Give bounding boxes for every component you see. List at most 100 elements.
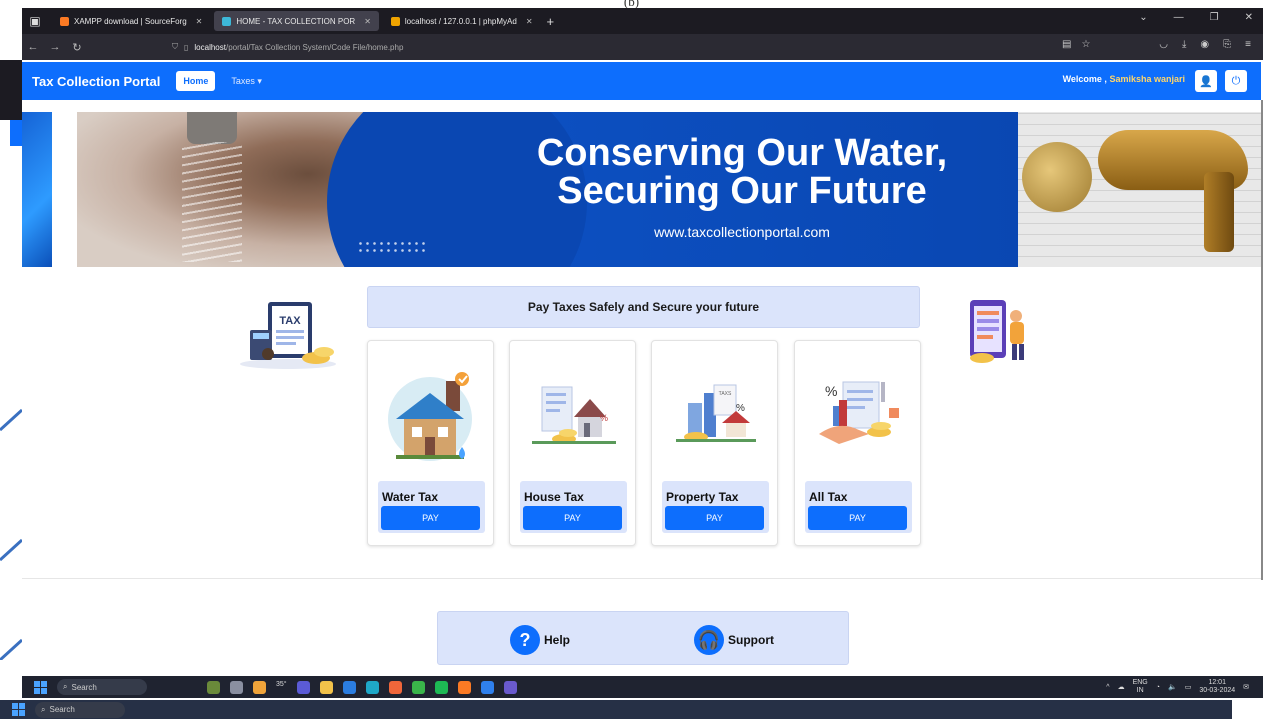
all-tax-pay-button[interactable]: PAY [808, 506, 907, 530]
nav-home-link[interactable]: Home [176, 71, 216, 91]
svg-text:%: % [825, 383, 837, 399]
restore-icon[interactable]: ❐ [1210, 12, 1219, 23]
banner-headline: Conserving Our Water, Securing Our Futur… [462, 134, 1022, 210]
help-label: Help [544, 633, 571, 647]
language-indicator[interactable]: ENG IN [1133, 679, 1148, 695]
address-bar[interactable]: ⛉ ▯ localhost/portal/Tax Collection Syst… [172, 37, 1092, 57]
banner-headline-line2: Securing Our Future [557, 170, 927, 212]
wifi-icon[interactable]: ◔ [1156, 684, 1160, 691]
property-tax-pay-button[interactable]: PAY [665, 506, 764, 530]
back-arrow-icon[interactable]: ← [22, 41, 44, 53]
close-window-icon[interactable]: ✕ [1245, 12, 1253, 23]
battery-icon[interactable]: ▭ [1185, 683, 1192, 691]
close-tab-icon[interactable]: ✕ [526, 17, 533, 26]
property-tax-footer: Property Tax PAY [662, 481, 769, 533]
nav-taxes-dropdown[interactable]: Taxes ▾ [231, 76, 262, 87]
new-tab-button[interactable]: + [547, 14, 555, 29]
browser-tab-home[interactable]: HOME - TAX COLLECTION POR ✕ [214, 11, 379, 31]
firefox-icon[interactable] [388, 680, 402, 694]
water-tax-footer: Water Tax PAY [378, 481, 485, 533]
widgets-icon[interactable] [207, 680, 220, 694]
brand-title[interactable]: Tax Collection Portal [32, 74, 160, 89]
search-icon: ⌕ [63, 682, 68, 691]
clock[interactable]: 12:01 30-03-2024 [1199, 679, 1235, 695]
browser-tab-phpmyadmin[interactable]: localhost / 127.0.0.1 | phpMyAd ✕ [383, 11, 541, 31]
all-tax-title: All Tax [809, 490, 848, 504]
help-link[interactable]: ? Help [510, 625, 570, 655]
forward-arrow-icon[interactable]: → [44, 41, 66, 53]
menu-icon[interactable]: ≡ [1245, 39, 1251, 50]
background-start-icon [12, 703, 25, 716]
url-host: localhost [194, 42, 226, 52]
carousel-prev-slide [22, 112, 52, 267]
address-actions: ▤ ☆ [1062, 39, 1090, 50]
weather-icon[interactable] [253, 680, 266, 694]
tap-spout-shape [1204, 172, 1234, 252]
taskbar-search[interactable]: ⌕ Search [57, 679, 147, 695]
tab-list-chevron-icon[interactable]: ⌄ [1139, 12, 1147, 23]
task-view-icon[interactable] [230, 680, 243, 694]
reload-icon[interactable]: ↻ [66, 41, 88, 54]
close-tab-icon[interactable]: ✕ [196, 17, 203, 26]
minimize-icon[interactable]: — [1174, 12, 1184, 23]
all-tax-footer: All Tax PAY [805, 481, 912, 533]
water-house-icon [387, 372, 472, 461]
account-icon[interactable]: ◉ [1200, 39, 1209, 50]
close-tab-icon[interactable]: ✕ [364, 17, 371, 26]
house-tax-pay-button[interactable]: PAY [523, 506, 622, 530]
pocket-icon[interactable]: ◡ [1159, 39, 1168, 50]
house-tax-art: % [522, 353, 625, 481]
username: Samiksha wanjari [1109, 74, 1185, 84]
spotify-icon[interactable] [434, 680, 448, 694]
property-tax-card: TAXS % Property Tax PAY [651, 340, 778, 546]
support-link[interactable]: 🎧 Support [694, 625, 774, 655]
phpmyadmin-favicon-icon [390, 16, 400, 26]
search-icon: ⌕ [41, 704, 46, 714]
background-window-navbar [10, 120, 22, 146]
property-tax-art: TAXS % [664, 353, 767, 481]
screenshot: (b) ▣ XAMPP download | SourceForg ✕ HOME… [0, 0, 1263, 719]
browser-tab-bar: ▣ XAMPP download | SourceForg ✕ HOME - T… [22, 8, 1263, 34]
user-tie-icon: 👤 [1199, 75, 1213, 88]
chevron-up-icon[interactable]: ^ [1106, 684, 1109, 691]
system-tray: ^ ☁ ENG IN ◔ 🔈 ▭ 12:01 30-03-2024 ✉ [1106, 679, 1249, 695]
visual-studio-icon[interactable] [503, 680, 517, 694]
file-explorer-icon[interactable] [319, 680, 333, 694]
clock-date: 30-03-2024 [1199, 687, 1236, 694]
coins-tap-photo [1018, 112, 1262, 267]
water-tax-art [380, 353, 483, 481]
notification-icon[interactable]: ✉ [1243, 683, 1249, 691]
edge-icon[interactable] [365, 680, 379, 694]
chrome-icon[interactable] [411, 680, 425, 694]
download-icon[interactable]: ⤓ [1182, 39, 1186, 50]
weather-temp: 35° [276, 680, 287, 688]
water-tax-pay-button[interactable]: PAY [381, 506, 480, 530]
logout-button[interactable]: ⏻ [1225, 70, 1247, 92]
tab-label: localhost / 127.0.0.1 | phpMyAd [404, 16, 517, 26]
bookmark-star-icon[interactable]: ☆ [1081, 39, 1090, 50]
onedrive-icon[interactable]: ☁ [1118, 683, 1125, 691]
property-tax-title: Property Tax [666, 490, 739, 504]
extensions-icon[interactable]: ⎘ [1223, 39, 1231, 50]
chat-icon[interactable] [296, 680, 310, 694]
browser-tab-xampp[interactable]: XAMPP download | SourceForg ✕ [52, 11, 210, 31]
vscode-icon[interactable] [480, 680, 494, 694]
profile-button[interactable]: 👤 [1195, 70, 1217, 92]
water-tax-title: Water Tax [382, 490, 439, 504]
background-window-chrome [0, 60, 22, 120]
clock-time: 12:01 [1208, 679, 1226, 686]
page-icon: ▯ [184, 42, 189, 52]
windows-start-icon[interactable] [34, 680, 47, 694]
background-taskbar: ⌕ Search [0, 700, 1232, 719]
xampp-icon[interactable] [457, 680, 471, 694]
volume-icon[interactable]: 🔈 [1168, 683, 1177, 691]
tagline-banner: Pay Taxes Safely and Secure your future [367, 286, 920, 328]
mail-icon[interactable] [342, 680, 356, 694]
tab-overview-icon[interactable]: ▣ [22, 14, 48, 28]
portal-favicon-icon [222, 16, 232, 26]
welcome-text: Welcome , Samiksha wanjari [1063, 74, 1185, 84]
help-support-panel: ? Help 🎧 Support [437, 611, 849, 665]
url-path: /portal/Tax Collection System/Code File/… [225, 42, 404, 52]
reader-view-icon[interactable]: ▤ [1062, 39, 1071, 50]
house-doc-icon: % [531, 386, 616, 444]
